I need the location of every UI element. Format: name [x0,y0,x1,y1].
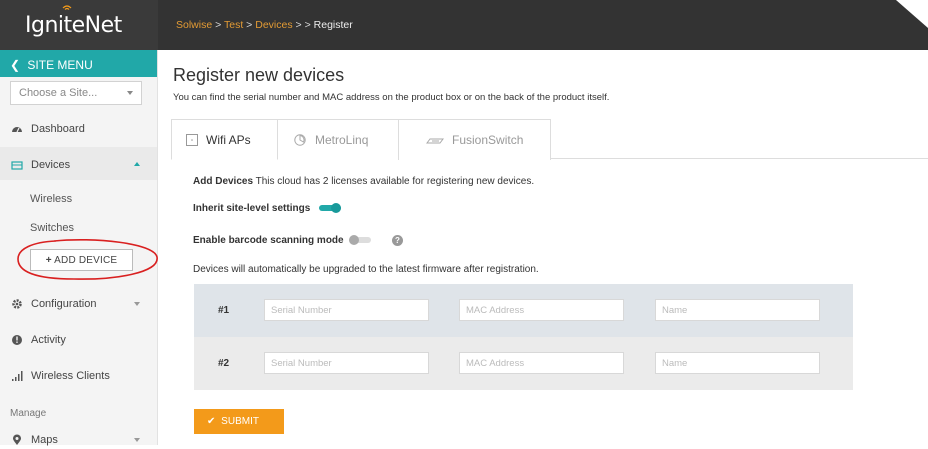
site-menu-header[interactable]: ❮ SITE MENU [0,50,157,77]
question-icon[interactable]: ? [392,235,403,246]
chevron-down-icon [127,91,133,95]
sidebar-item-label: Configuration [31,298,97,310]
chevron-up-icon [134,162,140,166]
breadcrumb: Solwise > Test > Devices > > Register [176,19,353,31]
tab-metrolinq[interactable]: MetroLinq [277,119,399,160]
license-text: This cloud has 2 licenses available for … [255,176,535,187]
wifi-ap-icon [186,134,198,146]
breadcrumb-test[interactable]: Test [224,19,243,31]
sidebar-subitem-switches[interactable]: Switches [30,222,74,234]
tab-label: FusionSwitch [452,133,524,147]
sidebar-item-label: Devices [31,159,71,171]
toggle-knob [349,235,359,245]
gear-icon [11,298,23,310]
map-pin-icon [11,434,23,446]
chevron-left-icon: ❮ [10,58,21,72]
breadcrumb-devices[interactable]: Devices [255,19,292,31]
tab-wifi-aps[interactable]: Wifi APs [171,119,278,160]
signal-bars-icon [11,370,23,382]
top-bar: IgniteNet Solwise > Test > Devices > > R… [0,0,928,50]
chevron-down-icon [134,438,140,442]
toggle-knob [331,203,341,213]
dashboard-icon [11,123,23,135]
serial-number-input[interactable]: Serial Number [264,352,429,374]
site-menu-title: SITE MENU [27,58,93,72]
mac-address-input[interactable]: MAC Address [459,299,624,321]
add-devices-heading: Add Devices [193,176,254,187]
barcode-mode-toggle[interactable] [349,235,371,245]
sidebar: ❮ SITE MENU Choose a Site... Dashboard D… [0,50,158,446]
inherit-settings-toggle[interactable] [319,203,341,213]
row-number: #1 [218,305,230,316]
activity-icon [11,334,23,346]
tab-label: MetroLinq [315,133,369,147]
breadcrumb-current: Register [313,19,353,31]
name-input[interactable]: Name [655,299,820,321]
table-row: #1 Serial Number MAC Address Name [194,284,853,337]
name-input[interactable]: Name [655,352,820,374]
logo-text: IgniteNet [25,13,122,38]
table-row: #2 Serial Number MAC Address Name [194,337,853,390]
devices-icon [11,159,23,171]
sidebar-item-label: Wireless Clients [31,370,110,382]
inherit-settings-label: Inherit site-level settings [193,203,311,214]
mac-address-input[interactable]: MAC Address [459,352,624,374]
wifi-logo-icon [62,5,72,10]
submit-label: SUBMIT [221,416,259,427]
site-select[interactable]: Choose a Site... [10,81,142,105]
breadcrumb-solwise[interactable]: Solwise [176,19,212,31]
page-corner [896,0,928,28]
sidebar-section-manage: Manage [10,408,47,419]
sidebar-subitem-wireless[interactable]: Wireless [30,193,72,205]
tab-fusionswitch[interactable]: FusionSwitch [398,119,551,160]
checkmark-icon: ✔ [207,416,216,427]
tab-label: Wifi APs [206,133,251,147]
fusionswitch-icon [426,138,444,144]
barcode-mode-label: Enable barcode scanning mode [193,235,344,246]
sidebar-item-label: Maps [31,434,58,446]
logo[interactable]: IgniteNet [0,0,158,50]
breadcrumb-separator: > [295,19,302,31]
breadcrumb-separator: > [246,19,253,31]
sidebar-item-label: Activity [31,334,66,346]
breadcrumb-separator: > [304,19,311,31]
site-select-value: Choose a Site... [19,87,98,99]
row-number: #2 [218,358,230,369]
main-content: Register new devices You can find the se… [158,50,928,445]
chevron-down-icon [134,302,140,306]
sidebar-item-label: Dashboard [31,123,85,135]
breadcrumb-separator: > [215,19,222,31]
metrolinq-icon [294,134,306,146]
device-entry-table: #1 Serial Number MAC Address Name #2 Ser… [194,284,853,390]
red-annotation-circle [17,238,158,280]
page-subtitle: You can find the serial number and MAC a… [173,92,610,103]
page-title: Register new devices [173,65,345,85]
firmware-note: Devices will automatically be upgraded t… [193,264,539,275]
submit-button[interactable]: ✔ SUBMIT [194,409,284,434]
serial-number-input[interactable]: Serial Number [264,299,429,321]
license-info: Add Devices This cloud has 2 licenses av… [193,176,534,187]
